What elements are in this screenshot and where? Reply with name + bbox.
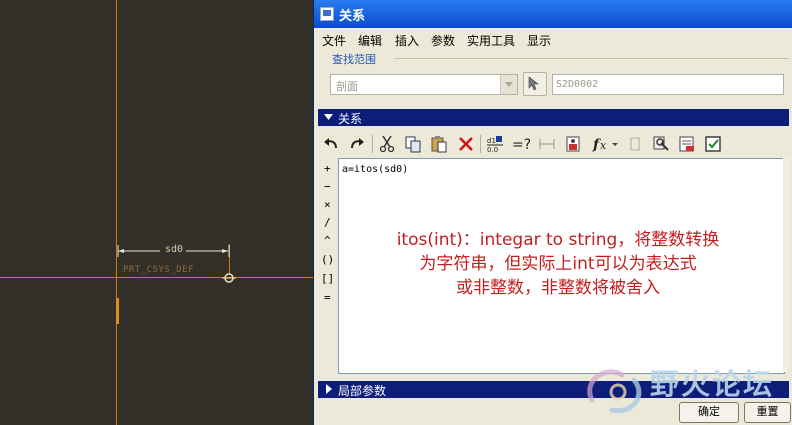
annotation-line-1: itos(int)：integar to string，将整数转换 — [396, 230, 720, 250]
undo-icon — [324, 138, 337, 149]
copy-icon — [405, 136, 421, 153]
redo-button[interactable] — [346, 133, 368, 155]
cut-button[interactable] — [376, 133, 398, 155]
cut-icon — [379, 135, 395, 153]
menu-parameters[interactable]: 参数 — [431, 32, 455, 49]
reset-button[interactable]: 重置 — [744, 402, 791, 423]
parameter-button[interactable] — [624, 133, 646, 155]
operator-divide[interactable]: / — [324, 216, 331, 229]
dimension-button[interactable] — [536, 133, 558, 155]
annotation-line-2: 为字符串，但实际上int可以为表达式 — [419, 254, 697, 274]
function-button[interactable]: fx — [590, 133, 620, 155]
sort-button[interactable] — [650, 133, 672, 155]
svg-text:x: x — [600, 139, 607, 152]
dimension-label[interactable]: sd0 — [165, 244, 183, 255]
group-divider — [394, 58, 789, 59]
collapse-triangle-icon — [324, 114, 333, 120]
operator-multiply[interactable]: × — [324, 198, 331, 211]
editor-scrollbar[interactable] — [783, 158, 789, 372]
evaluate-button[interactable]: d1 0.0 — [484, 133, 506, 155]
operator-brackets[interactable]: [] — [321, 272, 334, 285]
selected-item-value: S2D0002 — [556, 79, 599, 90]
menu-edit[interactable]: 编辑 — [358, 32, 382, 49]
verify-equals-icon: =? — [512, 137, 530, 153]
operator-power[interactable]: ^ — [324, 234, 331, 247]
menu-utilities[interactable]: 实用工具 — [467, 32, 515, 49]
relations-dialog: 关系 文件 编辑 插入 参数 实用工具 显示 查找范围 剖面 S2D0002 关… — [313, 0, 792, 425]
lookin-group-label: 查找范围 — [332, 53, 376, 66]
verify-icon — [705, 136, 721, 152]
menu-file[interactable]: 文件 — [322, 32, 346, 49]
relations-toolbar: d1 0.0 =? fx — [318, 131, 789, 157]
annotation-line-3: 或非整数，非整数将被舍入 — [456, 278, 660, 298]
units-icon — [566, 136, 580, 152]
toolbar-separator — [480, 135, 481, 153]
watermark-logo-icon — [587, 369, 642, 414]
evaluate-icon: d10.0 — [487, 136, 503, 153]
function-icon: fx — [592, 137, 618, 153]
svg-text:=?: =? — [512, 137, 530, 153]
lookin-type-select[interactable]: 剖面 — [330, 74, 518, 95]
annotation-text: itos(int)：integar to string，将整数转换 为字符串，但… — [358, 228, 758, 300]
undo-button[interactable] — [320, 133, 342, 155]
parameter-icon — [630, 137, 640, 151]
operator-equals[interactable]: = — [324, 291, 331, 304]
menu-insert[interactable]: 插入 — [395, 32, 419, 49]
toolbar-separator — [372, 135, 373, 153]
chevron-down-icon[interactable] — [500, 75, 517, 94]
selected-item-field: S2D0002 — [552, 74, 784, 95]
svg-text:d1: d1 — [487, 137, 496, 145]
dialog-title-bar[interactable]: 关系 — [314, 0, 792, 28]
relation-text[interactable]: a=itos(sd0) — [342, 164, 408, 175]
menu-bar: 文件 编辑 插入 参数 实用工具 显示 — [314, 29, 792, 49]
delete-button[interactable] — [455, 133, 477, 155]
lookin-type-value: 剖面 — [336, 80, 358, 93]
relations-section-label: 关系 — [338, 112, 363, 126]
verify-equals-button[interactable]: =? — [510, 133, 532, 155]
dimension-icon — [539, 139, 555, 149]
verify-button[interactable] — [702, 133, 724, 155]
dimension-graphic[interactable] — [0, 0, 313, 425]
watermark-text: 野火论坛 — [650, 367, 775, 401]
relations-section-header[interactable]: 关系 — [318, 109, 789, 126]
operator-parentheses[interactable]: () — [321, 253, 334, 266]
copy-button[interactable] — [402, 133, 424, 155]
operator-plus[interactable]: + — [324, 162, 331, 175]
svg-text:0.0: 0.0 — [487, 146, 498, 153]
delete-icon — [459, 137, 473, 151]
redo-icon — [351, 138, 364, 149]
local-params-label: 局部参数 — [338, 384, 387, 398]
window-icon — [320, 7, 334, 21]
graphics-viewport[interactable]: sd0 PRT_CSYS_DEF — [0, 0, 313, 425]
paste-button[interactable] — [428, 133, 450, 155]
operator-palette: + − × / ^ () [] = — [318, 162, 338, 372]
cursor-arrow-icon — [528, 76, 539, 91]
dialog-title: 关系 — [339, 9, 366, 24]
expand-triangle-icon — [326, 384, 332, 394]
sort-icon — [653, 136, 669, 151]
paste-icon — [431, 136, 447, 153]
operator-minus[interactable]: − — [324, 180, 331, 193]
ok-button[interactable]: 确定 — [679, 402, 739, 423]
select-item-button[interactable] — [523, 72, 547, 96]
menu-display[interactable]: 显示 — [527, 32, 551, 49]
show-dimension-icon — [679, 136, 694, 152]
units-button[interactable] — [562, 133, 584, 155]
show-dimension-button[interactable] — [676, 133, 698, 155]
csys-label: PRT_CSYS_DEF — [123, 265, 195, 275]
